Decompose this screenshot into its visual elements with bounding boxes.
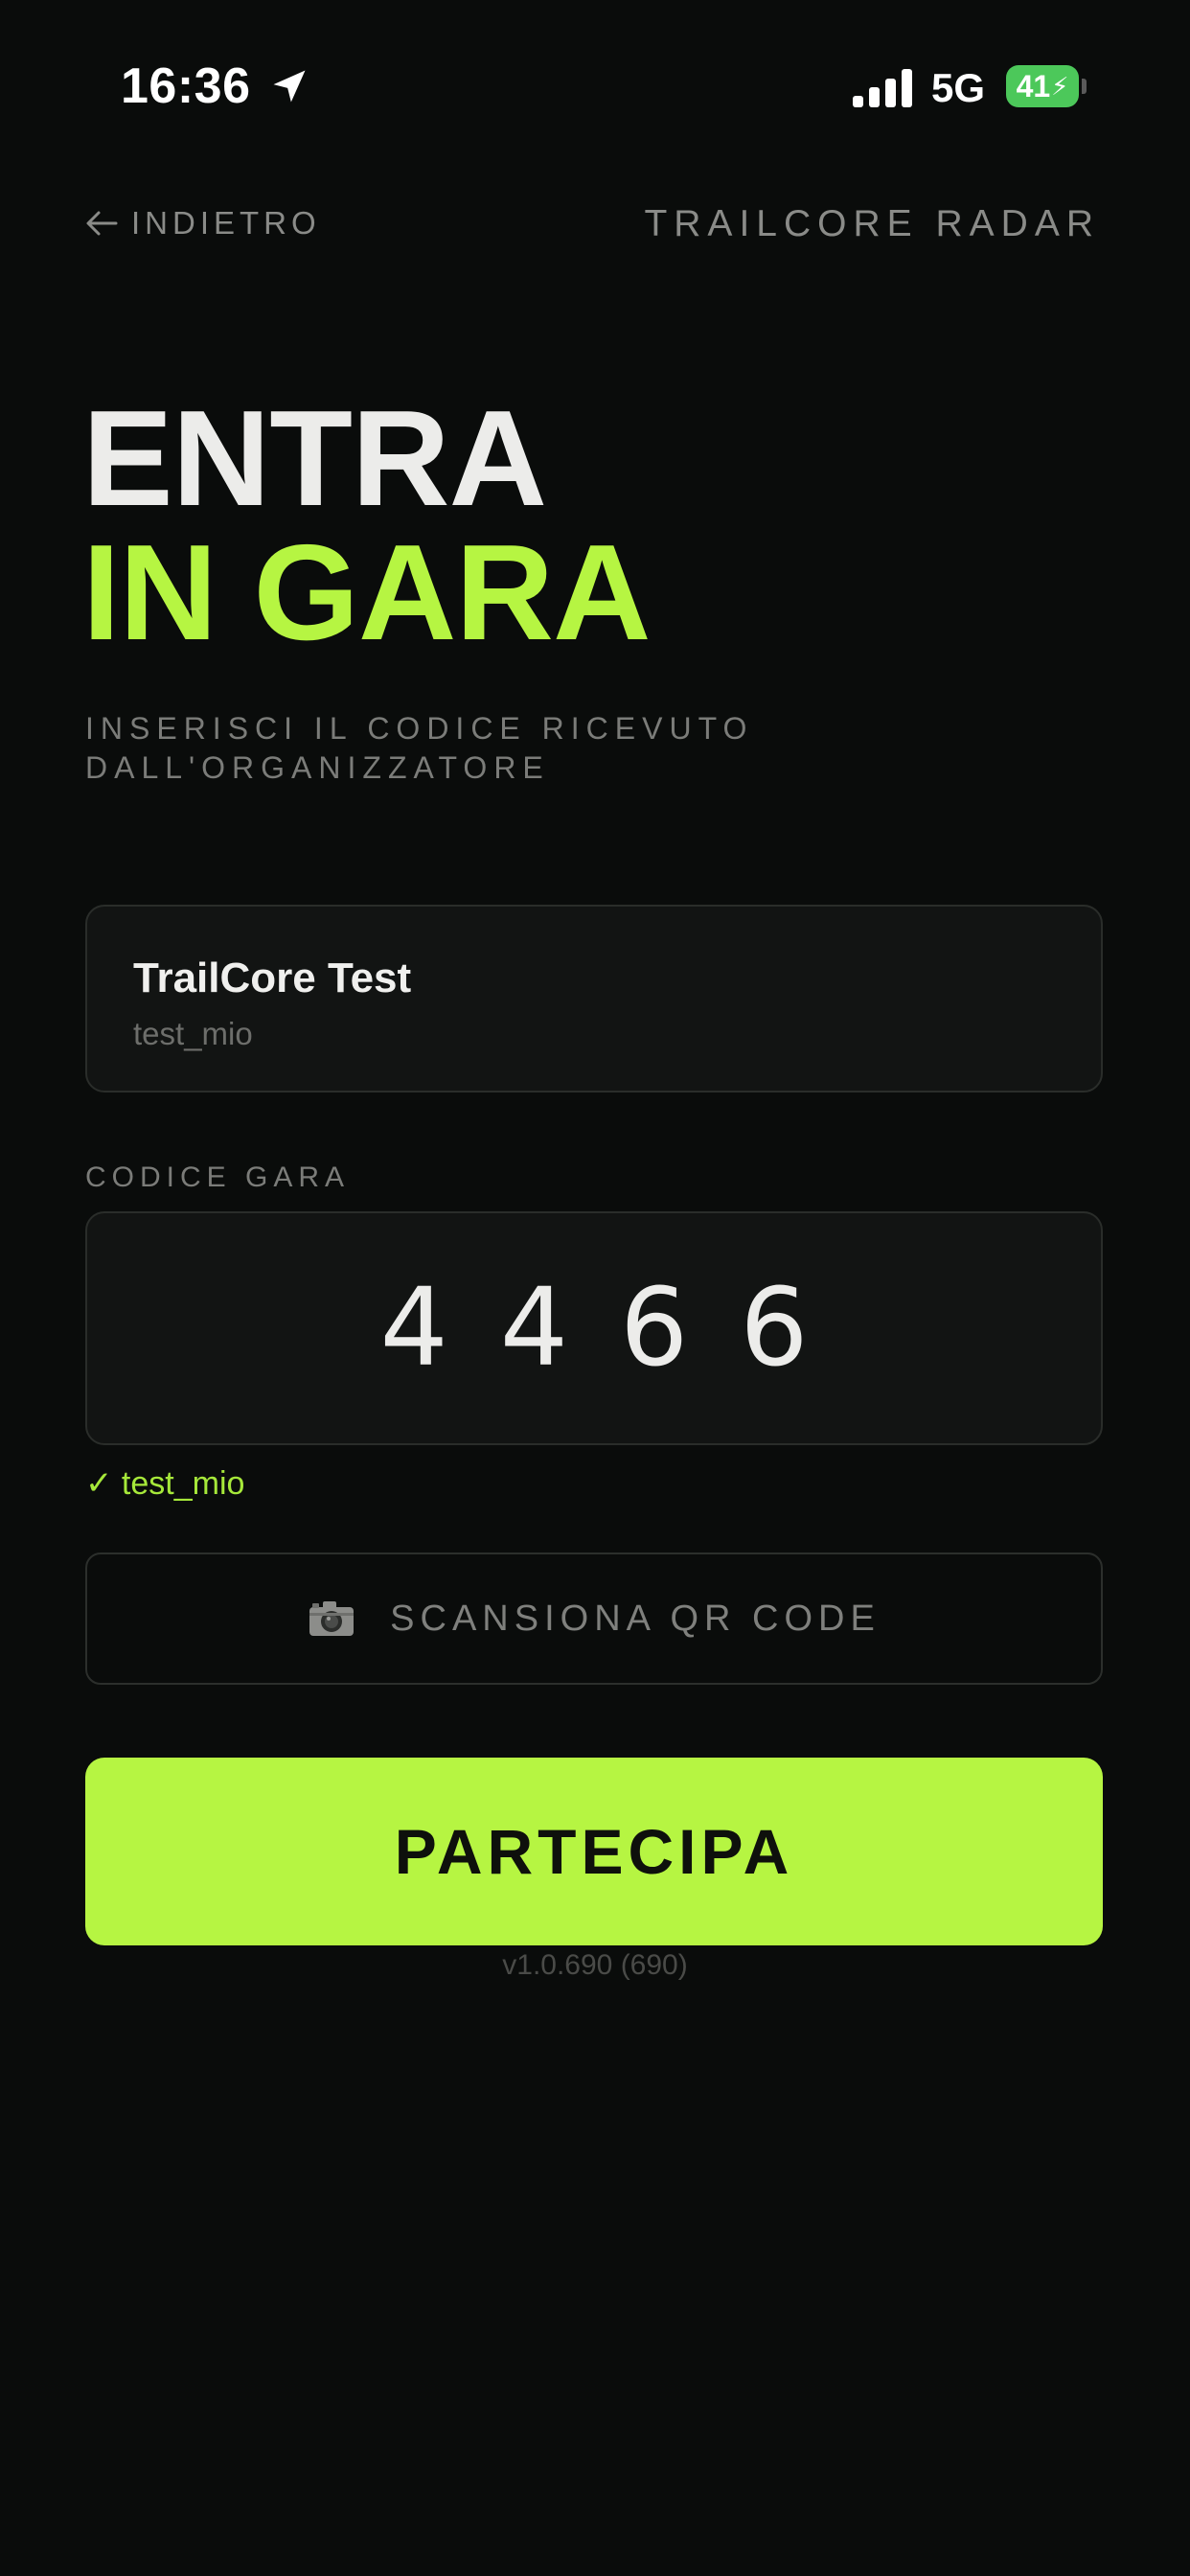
status-time: 16:36 (121, 58, 251, 114)
scan-qr-label: SCANSIONA QR CODE (390, 1598, 881, 1639)
page-subtitle: INSERISCI IL CODICE RICEVUTO DALL'ORGANI… (85, 711, 754, 785)
battery-icon: 41 ⚡ (1006, 65, 1087, 107)
network-label: 5G (931, 65, 986, 110)
arrow-left-icon (86, 211, 118, 236)
event-id: test_mio (133, 1016, 253, 1051)
back-button[interactable]: INDIETRO (85, 205, 321, 242)
back-label: INDIETRO (131, 205, 321, 241)
location-arrow-icon (273, 70, 306, 103)
event-card[interactable]: TrailCore Test test_mio (85, 905, 1103, 1092)
page-title-line1: ENTRA (82, 382, 547, 535)
code-label: CODICE GARA (85, 1162, 351, 1193)
battery-level: 41 (1016, 68, 1051, 104)
scan-qr-button[interactable]: SCANSIONA QR CODE (85, 1552, 1103, 1685)
partecipa-button[interactable]: PARTECIPA (85, 1758, 1103, 1945)
brand-title: TRAILCORE RADAR (644, 203, 1100, 244)
code-validation-message: ✓ test_mio (85, 1465, 245, 1502)
version-label: v1.0.690 (690) (502, 1949, 688, 1981)
camera-icon (309, 1601, 355, 1636)
code-input[interactable]: 4466 (85, 1211, 1103, 1445)
page-title-line2: IN GARA (82, 517, 652, 669)
partecipa-label: PARTECIPA (394, 1816, 794, 1887)
code-value: 4466 (379, 1266, 860, 1391)
event-name: TrailCore Test (133, 954, 412, 1001)
signal-icon (853, 69, 912, 107)
